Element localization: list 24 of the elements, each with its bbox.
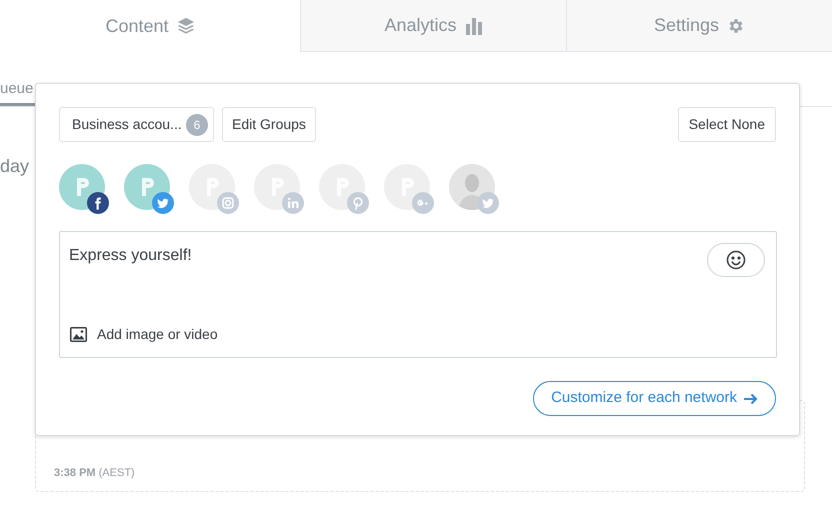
slot-time: 3:38 PM (AEST) bbox=[54, 466, 135, 481]
select-none-button[interactable]: Select None bbox=[678, 107, 776, 142]
day-heading: day bbox=[0, 155, 30, 178]
pinterest-badge-icon bbox=[347, 192, 369, 214]
group-name: Business accou... bbox=[72, 115, 182, 134]
edit-groups-button[interactable]: Edit Groups bbox=[222, 107, 316, 142]
count-badge: 6 bbox=[186, 114, 208, 136]
message-field[interactable]: Express yourself! Add image or video bbox=[59, 231, 777, 358]
customize-button[interactable]: Customize for each network bbox=[533, 381, 776, 416]
image-icon bbox=[70, 327, 87, 342]
twitter-badge-icon bbox=[152, 192, 174, 214]
emoji-button[interactable] bbox=[707, 243, 765, 277]
bar-chart-icon bbox=[464, 16, 483, 34]
twitter-badge-icon bbox=[477, 192, 499, 214]
arrow-right-icon bbox=[743, 392, 758, 404]
linkedin-badge-icon bbox=[282, 192, 304, 214]
settings-icon bbox=[727, 16, 746, 34]
group-dropdown[interactable]: Business accou... 6 bbox=[59, 107, 214, 142]
googleplus-badge-icon bbox=[412, 192, 434, 214]
layers-icon bbox=[176, 17, 195, 35]
add-media-button[interactable]: Add image or video bbox=[70, 324, 218, 345]
smiley-icon bbox=[726, 250, 746, 270]
facebook-badge-icon bbox=[87, 192, 109, 214]
instagram-badge-icon bbox=[217, 192, 239, 214]
